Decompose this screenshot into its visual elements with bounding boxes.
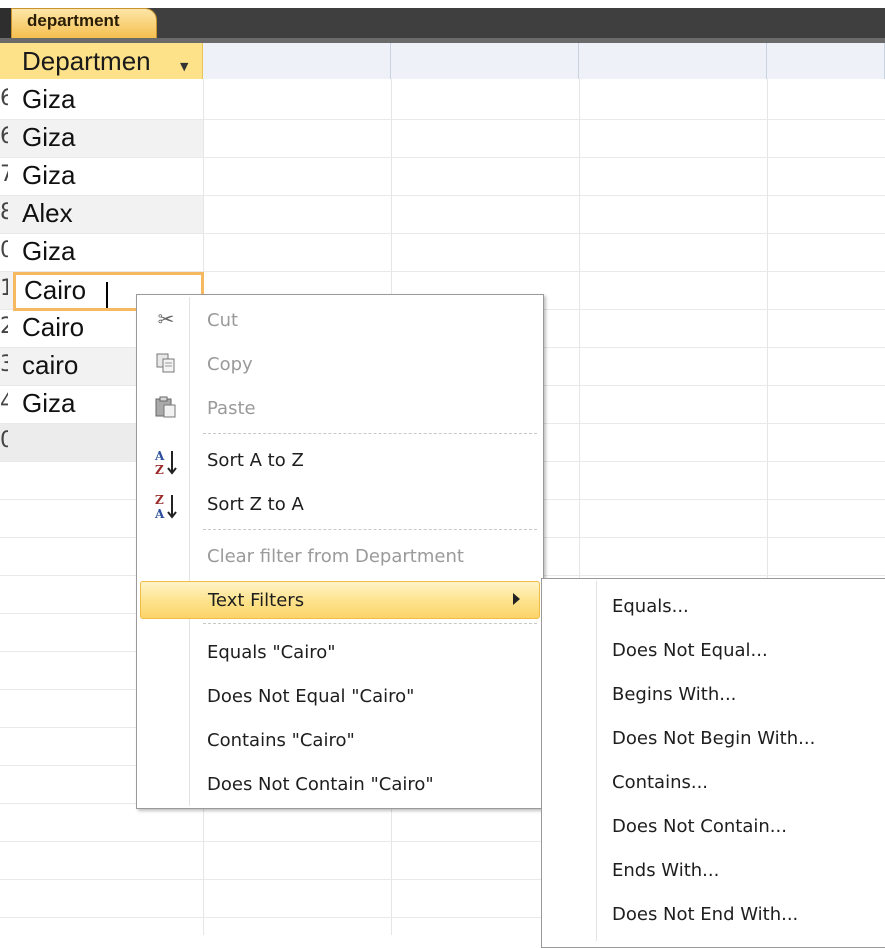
menu-item-label: Does Not Contain "Cairo": [207, 774, 434, 795]
object-tab-bar: department: [0, 0, 885, 43]
cell-value: Cairo: [24, 275, 87, 305]
copy-icon: [152, 351, 180, 379]
menu-item-label: Begins With...: [612, 684, 737, 705]
cell-value: Cairo: [22, 312, 85, 342]
column-header-empty[interactable]: [203, 43, 391, 79]
row-number: 2: [0, 314, 8, 339]
menu-item-label: Paste: [207, 398, 256, 419]
menu-item-label: Sort A to Z: [207, 450, 304, 471]
row-number: 7: [0, 162, 8, 187]
menu-item-label: Text Filters: [208, 590, 305, 611]
menu-item-label: Does Not Equal "Cairo": [207, 686, 415, 707]
sort-ascending-icon: AZ: [152, 447, 180, 477]
cell-value: Giza: [22, 122, 76, 152]
menu-separator: [203, 433, 537, 434]
clipboard-icon: [152, 395, 180, 423]
menu-item-sort-a-to-z[interactable]: AZ Sort A to Z: [137, 441, 543, 481]
row-number: 4: [0, 390, 8, 415]
row-number: 8: [0, 200, 8, 225]
menu-item-does-not-contain-value[interactable]: Does Not Contain "Cairo": [137, 765, 543, 805]
department-cell[interactable]: 0 Giza: [0, 234, 203, 271]
menu-item-text-filters[interactable]: Text Filters: [140, 581, 540, 619]
table-row[interactable]: 0 Giza: [0, 234, 885, 272]
menu-item-label: Contains "Cairo": [207, 730, 355, 751]
filter-dropdown-icon[interactable]: ▼: [180, 60, 188, 73]
department-tab[interactable]: department: [11, 8, 157, 38]
scissors-icon: ✂: [157, 307, 175, 331]
column-header-empty[interactable]: [579, 43, 767, 79]
menu-item-equals-value[interactable]: Equals "Cairo": [137, 633, 543, 673]
tab-bar-edge: [0, 8, 11, 38]
menu-item-label: Sort Z to A: [207, 494, 304, 515]
menu-item-clear-filter[interactable]: Clear filter from Department: [137, 537, 543, 577]
menu-item-label: Clear filter from Department: [207, 546, 464, 567]
department-cell[interactable]: 8 Alex: [0, 196, 203, 233]
svg-text:Z: Z: [155, 463, 164, 477]
menu-item-cut[interactable]: ✂ Cut: [137, 301, 543, 341]
row-number: 0: [0, 428, 8, 453]
table-row[interactable]: 6 Giza: [0, 120, 885, 158]
submenu-item-contains[interactable]: Contains...: [542, 763, 882, 803]
menu-separator: [203, 529, 537, 530]
cell-value: Giza: [22, 388, 76, 418]
row-number: 0: [0, 238, 8, 263]
department-cell[interactable]: 6 Giza: [0, 120, 203, 157]
row-number: 3: [0, 352, 8, 377]
row-number: 1: [0, 276, 8, 301]
cell-value: Alex: [22, 198, 73, 228]
menu-item-label: Cut: [207, 310, 239, 331]
menu-item-label: Ends With...: [612, 860, 720, 881]
context-menu: ✂ Cut Copy Paste AZ Sort A to Z ZA Sort …: [136, 294, 544, 809]
menu-item-label: Does Not Equal...: [612, 640, 768, 661]
table-row[interactable]: 6 Giza: [0, 82, 885, 120]
table-row[interactable]: 7 Giza: [0, 158, 885, 196]
menu-item-label: Contains...: [612, 772, 709, 793]
submenu-item-begins-with[interactable]: Begins With...: [542, 675, 882, 715]
svg-text:Z: Z: [155, 493, 164, 507]
submenu-item-ends-with[interactable]: Ends With...: [542, 851, 882, 891]
menu-item-copy[interactable]: Copy: [137, 345, 543, 385]
menu-item-contains-value[interactable]: Contains "Cairo": [137, 721, 543, 761]
menu-item-label: Copy: [207, 354, 253, 375]
cell-value: Giza: [22, 160, 76, 190]
table-row[interactable]: 8 Alex: [0, 196, 885, 234]
submenu-arrow-icon: [513, 593, 520, 605]
menu-item-label: Does Not End With...: [612, 904, 799, 925]
text-filters-submenu: Equals... Does Not Equal... Begins With.…: [541, 578, 885, 948]
column-header-empty[interactable]: [391, 43, 579, 79]
menu-item-does-not-equal-value[interactable]: Does Not Equal "Cairo": [137, 677, 543, 717]
department-cell[interactable]: 7 Giza: [0, 158, 203, 195]
menu-item-label: Equals...: [612, 596, 689, 617]
menu-item-label: Does Not Begin With...: [612, 728, 816, 749]
text-cursor: [106, 282, 108, 308]
submenu-item-does-not-begin-with[interactable]: Does Not Begin With...: [542, 719, 882, 759]
cell-value: Giza: [22, 236, 76, 266]
menu-item-label: Does Not Contain...: [612, 816, 787, 837]
row-number: 6: [0, 86, 8, 111]
cell-value: cairo: [22, 350, 79, 380]
submenu-item-does-not-contain[interactable]: Does Not Contain...: [542, 807, 882, 847]
menu-item-sort-z-to-a[interactable]: ZA Sort Z to A: [137, 485, 543, 525]
tab-label: department: [27, 11, 120, 30]
menu-item-paste[interactable]: Paste: [137, 389, 543, 429]
cell-value: Giza: [22, 84, 76, 114]
submenu-item-equals[interactable]: Equals...: [542, 587, 882, 627]
row-number: 6: [0, 124, 8, 149]
column-header-label: Departmen: [22, 46, 151, 76]
column-header-empty[interactable]: [767, 43, 885, 79]
svg-text:A: A: [154, 507, 165, 521]
menu-separator: [203, 623, 537, 624]
svg-text:A: A: [154, 449, 165, 463]
sort-descending-icon: ZA: [152, 491, 180, 521]
department-cell[interactable]: 6 Giza: [0, 82, 203, 119]
column-header-department[interactable]: Departmen ▼: [0, 43, 203, 79]
submenu-item-does-not-equal[interactable]: Does Not Equal...: [542, 631, 882, 671]
menu-item-label: Equals "Cairo": [207, 642, 336, 663]
submenu-item-does-not-end-with[interactable]: Does Not End With...: [542, 895, 882, 935]
